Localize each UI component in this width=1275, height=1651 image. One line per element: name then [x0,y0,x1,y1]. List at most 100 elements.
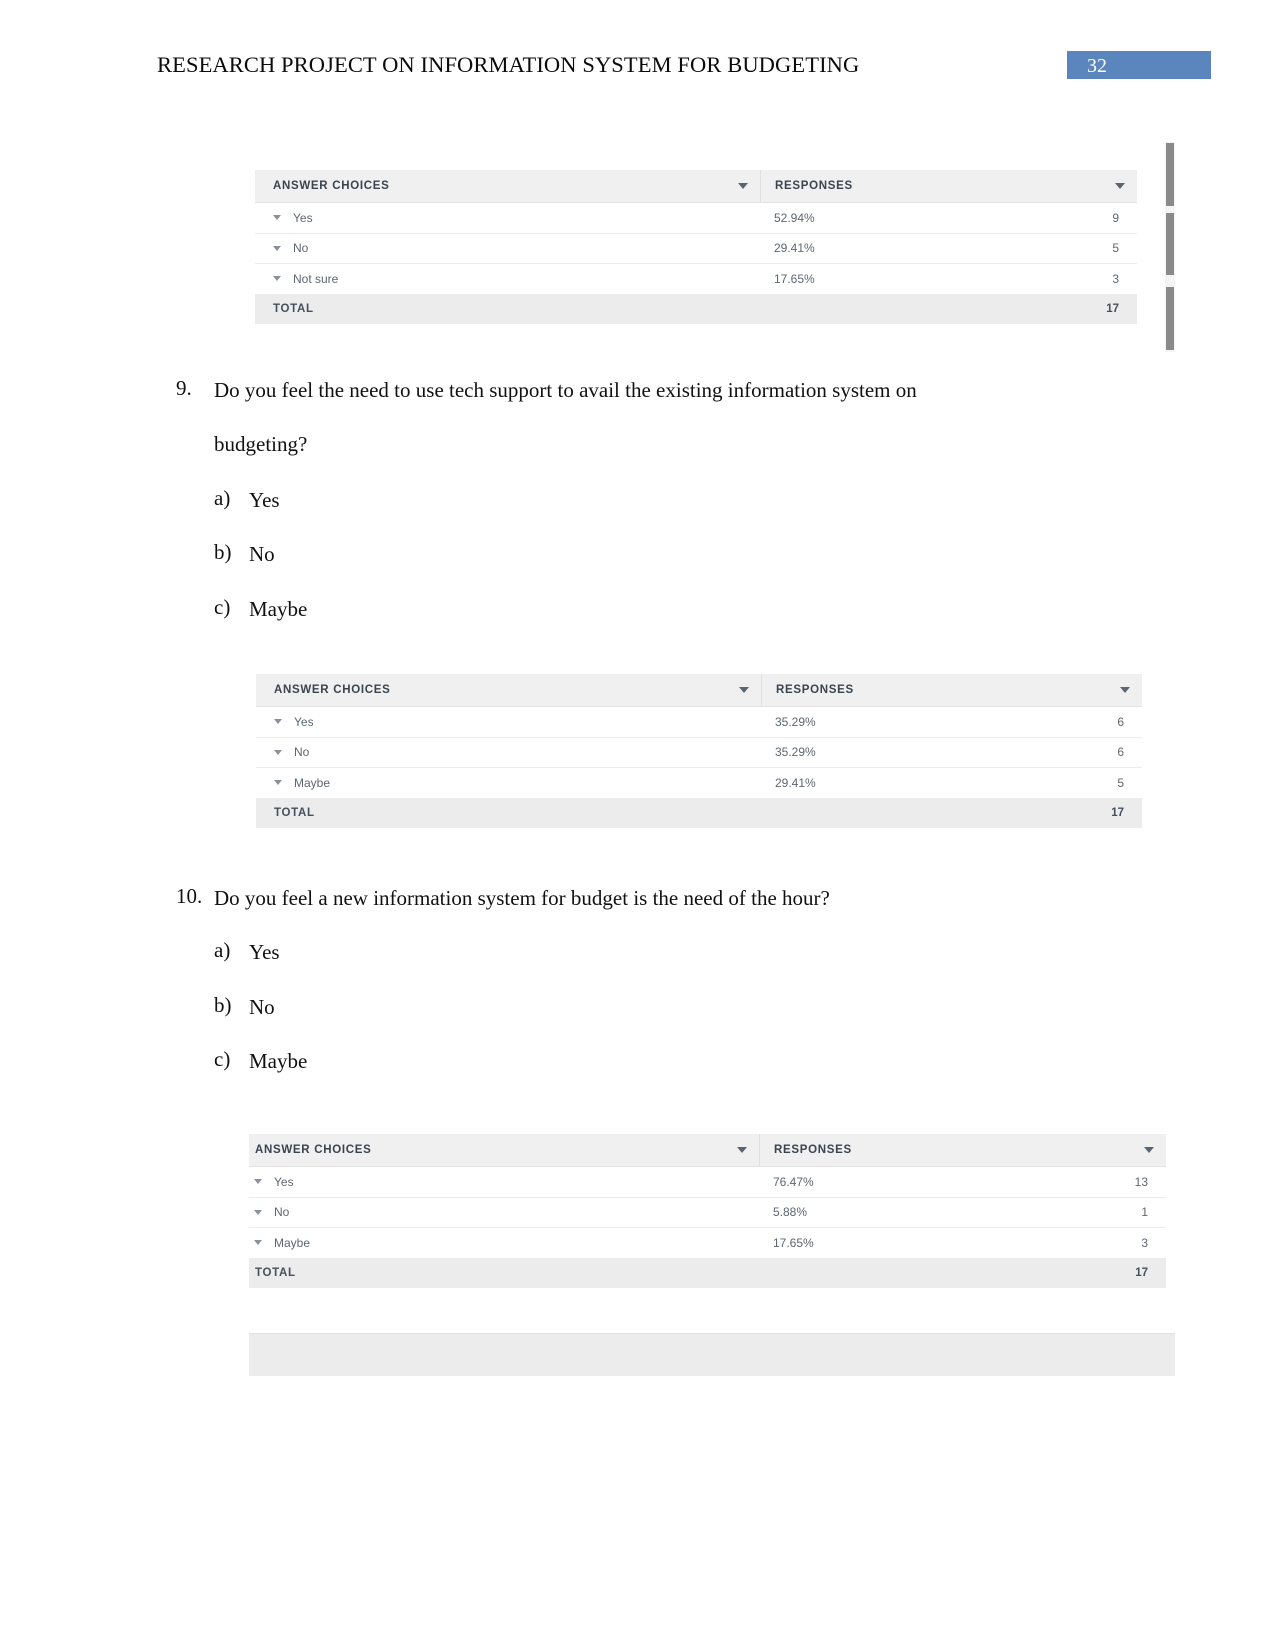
total-label: TOTAL [255,1267,296,1279]
row-label: No [294,745,310,760]
row-label: Yes [293,210,313,225]
chevron-down-icon[interactable] [739,687,749,693]
row-count: 6 [1117,714,1124,729]
table-total-row: TOTAL 17 [255,294,1137,324]
survey-results-table-2: ANSWER CHOICES RESPONSES Yes 35.29% 6 No… [256,674,1142,828]
table-row: No 5.88% 1 [249,1197,1166,1228]
column-header-responses[interactable]: RESPONSES [760,170,1137,202]
column-header-answer-choices[interactable]: ANSWER CHOICES [255,170,760,202]
chevron-down-icon[interactable] [1144,1147,1154,1153]
total-count: 17 [1111,807,1124,819]
table-row: Yes 76.47% 13 [249,1167,1166,1198]
option-label-c: Maybe [249,597,308,621]
table-row: Maybe 29.41% 5 [256,768,1142,799]
row-percent: 35.29% [775,745,816,760]
table-total-row: TOTAL 17 [249,1258,1166,1288]
column-header-answer-choices-label: ANSWER CHOICES [273,180,390,192]
total-label: TOTAL [273,303,314,315]
chevron-down-icon[interactable] [738,183,748,189]
option-marker-b: b) [214,993,232,1017]
chevron-down-icon[interactable] [273,245,281,251]
chevron-down-icon[interactable] [274,749,282,755]
column-header-responses-label: RESPONSES [775,180,853,192]
column-header-responses-label: RESPONSES [774,1144,852,1156]
row-label-cell: Yes [249,1175,759,1189]
option-label-a: Yes [249,488,280,512]
row-count: 3 [1112,271,1119,286]
row-percent: 17.65% [774,271,815,286]
option-marker-a: a) [214,486,231,510]
chevron-down-icon[interactable] [254,1179,262,1185]
option-marker-b: b) [214,540,232,564]
page-number: 32 [1087,55,1107,77]
row-label-cell: Maybe [249,1236,759,1250]
table-row: No 29.41% 5 [255,233,1137,264]
row-percent: 17.65% [773,1235,814,1250]
question-text-line-1: Do you feel a new information system for… [214,886,830,910]
total-count: 17 [1106,303,1119,315]
row-label: Maybe [274,1235,311,1250]
table-row: Yes 35.29% 6 [256,707,1142,738]
question-number: 10. [176,884,203,908]
row-percent: 35.29% [775,714,816,729]
table-header-row: ANSWER CHOICES RESPONSES [256,674,1142,707]
option-label-b: No [249,995,275,1019]
table-total-row: TOTAL 17 [256,798,1142,828]
question-text-line-2: budgeting? [214,432,308,456]
table-row: Yes 52.94% 9 [255,203,1137,234]
chevron-down-icon[interactable] [273,276,281,282]
chevron-down-icon[interactable] [274,719,282,725]
table-row: Not sure 17.65% 3 [255,264,1137,295]
row-label: Yes [294,714,314,729]
row-count: 5 [1117,775,1124,790]
row-label: Maybe [294,775,331,790]
row-count: 13 [1134,1174,1148,1189]
row-percent: 5.88% [773,1205,808,1220]
table-header-row: ANSWER CHOICES RESPONSES [255,170,1137,203]
row-label-cell: No [256,745,761,759]
table-row: Maybe 17.65% 3 [249,1228,1166,1259]
row-label-cell: Yes [256,715,761,729]
column-header-responses[interactable]: RESPONSES [759,1134,1166,1166]
option-label-c: Maybe [249,1049,308,1073]
row-label: Yes [274,1174,294,1189]
chevron-down-icon[interactable] [737,1147,747,1153]
row-label: No [293,241,309,256]
survey-results-table-1: ANSWER CHOICES RESPONSES Yes 52.94% 9 No… [255,170,1137,324]
option-marker-a: a) [214,938,231,962]
question-number: 9. [176,376,192,400]
scrollbar-thumb[interactable] [1166,287,1174,350]
column-header-answer-choices[interactable]: ANSWER CHOICES [249,1134,759,1166]
option-label-a: Yes [249,940,280,964]
chevron-down-icon[interactable] [254,1209,262,1215]
scrollbar-thumb[interactable] [1166,143,1174,206]
page-title: RESEARCH PROJECT ON INFORMATION SYSTEM F… [157,52,860,77]
chevron-down-icon[interactable] [1115,183,1125,189]
scrollbar-thumb[interactable] [1166,213,1174,275]
survey-results-table-3: ANSWER CHOICES RESPONSES Yes 76.47% 13 N… [249,1134,1166,1288]
row-percent: 52.94% [774,210,815,225]
table-footer-empty-block [249,1333,1175,1376]
chevron-down-icon[interactable] [274,780,282,786]
row-count: 3 [1141,1235,1148,1250]
total-count: 17 [1135,1267,1148,1279]
table-row: No 35.29% 6 [256,737,1142,768]
page-header: RESEARCH PROJECT ON INFORMATION SYSTEM F… [0,51,1275,92]
row-count: 9 [1112,210,1119,225]
table-header-row: ANSWER CHOICES RESPONSES [249,1134,1166,1167]
row-label-cell: Maybe [256,776,761,790]
row-label: No [274,1205,290,1220]
column-header-answer-choices[interactable]: ANSWER CHOICES [256,674,761,706]
row-label: Not sure [293,271,339,286]
column-header-answer-choices-label: ANSWER CHOICES [255,1144,372,1156]
option-label-b: No [249,542,275,566]
row-label-cell: No [249,1205,759,1219]
total-label: TOTAL [274,807,315,819]
row-percent: 29.41% [775,775,816,790]
chevron-down-icon[interactable] [273,215,281,221]
option-marker-c: c) [214,595,231,619]
chevron-down-icon[interactable] [1120,687,1130,693]
row-count: 6 [1117,745,1124,760]
chevron-down-icon[interactable] [254,1240,262,1246]
column-header-responses[interactable]: RESPONSES [761,674,1142,706]
